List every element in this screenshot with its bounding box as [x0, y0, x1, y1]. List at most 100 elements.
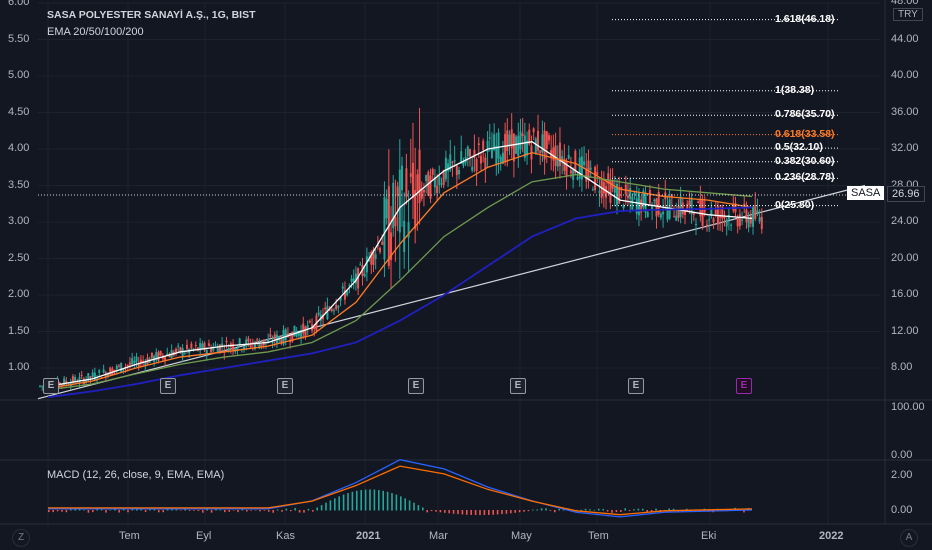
macd-histogram-bar	[483, 510, 486, 516]
candle-body	[506, 130, 509, 152]
left-axis-tick: 2.50	[8, 251, 30, 264]
candle-body	[752, 207, 755, 227]
macd-histogram-bar	[338, 496, 340, 511]
macd-histogram-bar	[83, 509, 85, 511]
candle-body	[341, 286, 344, 289]
earnings-marker-icon[interactable]: E	[277, 378, 293, 394]
macd-legend[interactable]: MACD (12, 26, close, 9, EMA, EMA)	[47, 469, 224, 481]
candle-body	[284, 329, 287, 341]
candle-body	[271, 342, 274, 344]
candle-body	[194, 344, 197, 347]
time-axis-tick: 2021	[356, 530, 381, 542]
macd-histogram-bar	[153, 509, 156, 511]
zoom-button[interactable]: Z	[12, 529, 30, 547]
macd-histogram-bar	[369, 489, 371, 511]
candle-body	[569, 170, 572, 174]
candle-body	[694, 223, 697, 225]
macd-histogram-bar	[320, 505, 323, 511]
candle-body	[758, 217, 761, 222]
macd-histogram-bar	[105, 510, 107, 513]
right-axis-tick: 20.00	[891, 251, 919, 264]
macd-histogram-bar	[470, 510, 472, 515]
candle-body	[475, 158, 478, 171]
macd-histogram-bar	[474, 510, 477, 516]
candle-body	[515, 136, 518, 154]
currency-badge[interactable]: TRY	[893, 8, 923, 21]
candle-body	[504, 133, 507, 163]
candle-body	[74, 377, 77, 382]
earnings-marker-icon[interactable]: E	[408, 378, 424, 394]
left-axis-tick: 1.50	[8, 324, 30, 337]
earnings-marker-icon[interactable]: E	[43, 378, 59, 394]
candle-body	[385, 199, 388, 219]
candle-body	[576, 177, 579, 180]
macd-histogram-bar	[479, 510, 481, 516]
macd-histogram-bar	[285, 508, 288, 511]
candle-body	[403, 220, 406, 253]
price-tag: 26.96	[887, 186, 925, 202]
candle-body	[598, 191, 601, 193]
candle-body	[405, 168, 408, 198]
candle-body	[558, 142, 561, 166]
candle-body	[521, 133, 524, 136]
fib-level-label: 1.618(46.18)	[775, 12, 835, 25]
macd-histogram-bar	[254, 509, 257, 511]
macd-histogram-bar	[364, 489, 367, 511]
candle-body	[745, 209, 748, 223]
candle-body	[602, 182, 605, 194]
candle-body	[359, 264, 362, 266]
candle-body	[166, 353, 169, 355]
left-axis-tick: 3.50	[8, 178, 30, 191]
candle-body	[438, 175, 441, 186]
candle-body	[631, 196, 634, 210]
earnings-marker-icon[interactable]: E	[628, 378, 644, 394]
macd-histogram-bar	[624, 508, 626, 511]
candle-body	[655, 198, 658, 217]
candle-body	[458, 169, 461, 175]
candle-body	[677, 205, 680, 218]
rsi-axis-tick: 0.00	[891, 449, 913, 461]
candle-body	[117, 365, 120, 367]
macd-histogram-bar	[461, 510, 464, 515]
candle-body	[466, 146, 469, 157]
earnings-marker-icon[interactable]: E	[510, 378, 526, 394]
macd-histogram-bar	[193, 510, 195, 511]
auto-scale-button[interactable]: A	[900, 529, 918, 547]
macd-histogram-bar	[334, 498, 336, 511]
candle-body	[82, 378, 85, 385]
macd-histogram-bar	[589, 509, 591, 511]
macd-histogram-bar	[351, 491, 354, 511]
macd-histogram-bar	[144, 510, 147, 512]
chart-canvas[interactable]	[0, 0, 932, 550]
candle-body	[383, 196, 386, 260]
macd-histogram-bar	[430, 510, 433, 512]
candle-body	[260, 344, 263, 346]
macd-histogram-bar	[395, 494, 398, 511]
candle-body	[497, 132, 500, 159]
candle-body	[508, 134, 511, 146]
candle-body	[488, 137, 491, 139]
earnings-marker-icon[interactable]: E	[160, 378, 176, 394]
macd-histogram-bar	[325, 502, 327, 511]
candle-body	[218, 344, 221, 352]
ema-legend[interactable]: EMA 20/50/100/200	[47, 26, 144, 38]
macd-histogram-bar	[127, 510, 129, 513]
macd-histogram-bar	[532, 509, 534, 511]
macd-histogram-bar	[488, 510, 490, 515]
candle-body	[98, 370, 101, 373]
candle-body	[725, 219, 728, 227]
macd-histogram-bar	[298, 510, 301, 513]
fib-level-label: 0.786(35.70)	[775, 108, 835, 121]
macd-histogram-bar	[96, 509, 98, 511]
candle-body	[425, 175, 428, 181]
macd-histogram-bar	[56, 510, 59, 512]
fib-level-label: 0(25.80)	[775, 198, 815, 211]
candle-body	[760, 216, 763, 230]
candle-body	[455, 165, 458, 176]
candle-body	[177, 345, 180, 347]
left-axis-tick: 3.00	[8, 215, 30, 227]
earnings-marker-icon[interactable]: E	[736, 378, 752, 394]
fib-level-label: 0.5(32.10)	[775, 141, 823, 154]
symbol-title: SASA POLYESTER SANAYİ A.Ş., 1G, BIST	[47, 9, 256, 21]
candle-body	[293, 325, 296, 337]
